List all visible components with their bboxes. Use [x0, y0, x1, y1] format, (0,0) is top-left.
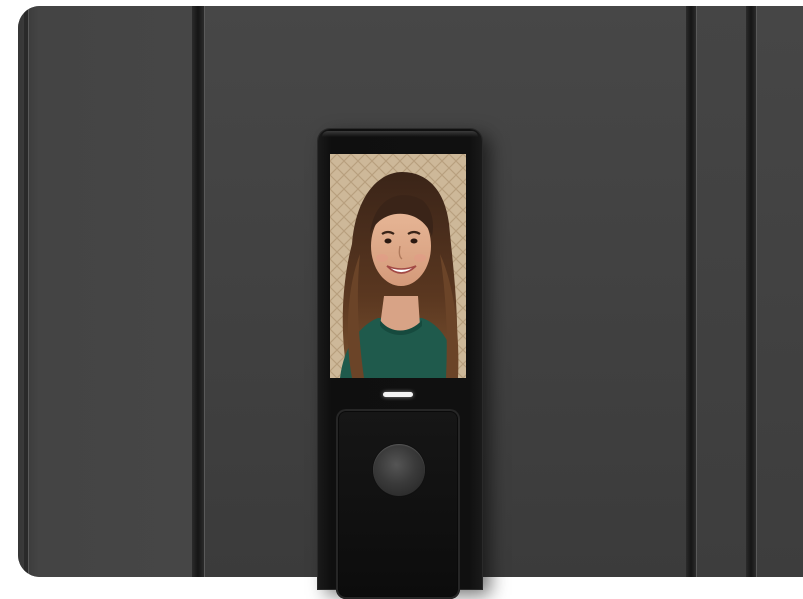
door-panel: [18, 6, 194, 577]
smart-lock: [318, 129, 482, 599]
lock-highlight: [322, 131, 478, 137]
door-panel: [696, 6, 746, 577]
door-panel: [756, 6, 803, 577]
fingerprint-sensor-icon[interactable]: [373, 444, 425, 496]
door-groove: [24, 6, 28, 577]
keypad-panel[interactable]: [336, 409, 460, 599]
door-groove: [192, 6, 204, 577]
status-indicator-light: [383, 392, 413, 397]
lock-display-screen: [330, 154, 466, 378]
door-groove: [746, 6, 756, 577]
visitor-portrait: [330, 154, 466, 378]
door-groove: [686, 6, 696, 577]
